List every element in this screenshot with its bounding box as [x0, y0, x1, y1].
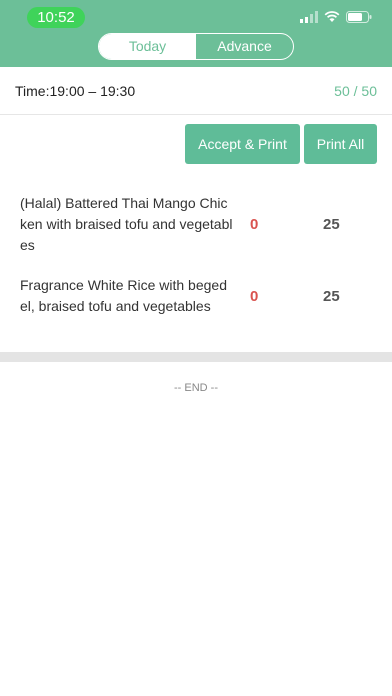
section-divider — [0, 352, 392, 362]
time-slot-label: Time:19:00 – 19:30 — [15, 83, 136, 99]
time-slot-row[interactable]: Time:19:00 – 19:30 50 / 50 — [0, 67, 392, 115]
item-quantity: 25 — [323, 216, 340, 233]
item-quantity: 25 — [323, 288, 340, 305]
order-count: 50 / 50 — [334, 83, 377, 99]
status-icons — [300, 10, 372, 24]
end-of-list-label: -- END -- — [174, 382, 218, 394]
item-name: (Halal) Battered Thai Mango Chicken with… — [20, 195, 233, 253]
wifi-icon — [324, 11, 340, 22]
status-time: 10:52 — [27, 7, 85, 28]
cellular-signal-icon — [300, 11, 318, 23]
day-segmented-control: Today Advance — [98, 33, 294, 60]
tab-today[interactable]: Today — [99, 34, 196, 59]
item-name: Fragrance White Rice with begedel, brais… — [20, 277, 227, 314]
print-all-button[interactable]: Print All — [304, 124, 377, 164]
tab-advance[interactable]: Advance — [196, 34, 293, 59]
item-zero-count: 0 — [250, 288, 259, 305]
list-item: Fragrance White Rice with begedel, brais… — [0, 275, 392, 319]
accept-print-button[interactable]: Accept & Print — [185, 124, 300, 164]
status-bar: 10:52 — [0, 0, 392, 30]
item-zero-count: 0 — [250, 216, 259, 233]
battery-icon — [346, 11, 372, 23]
list-item: (Halal) Battered Thai Mango Chicken with… — [0, 193, 392, 257]
app-header: 10:52 Today Advance — [0, 0, 392, 67]
